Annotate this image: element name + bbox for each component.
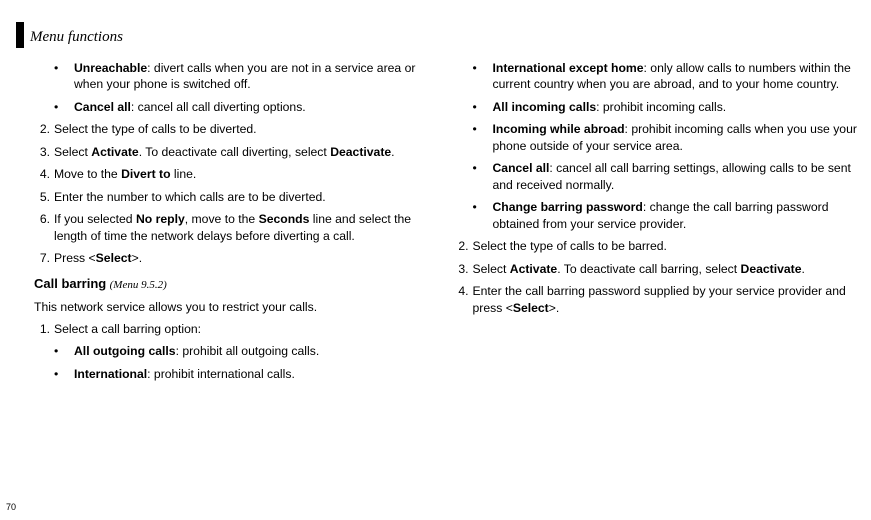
step-number: 1. <box>34 321 54 337</box>
step-item: 4.Enter the call barring password suppli… <box>453 283 862 316</box>
step-text: Select the type of calls to be barred. <box>473 238 862 254</box>
content-columns: •Unreachable: divert calls when you are … <box>0 60 871 388</box>
bullet-text: Unreachable: divert calls when you are n… <box>74 60 443 93</box>
step-text: If you selected No reply, move to the Se… <box>54 211 443 244</box>
step-number: 7. <box>34 250 54 266</box>
bullet-marker: • <box>471 121 493 154</box>
step-number: 2. <box>453 238 473 254</box>
bullet-text: All outgoing calls: prohibit all outgoin… <box>74 343 319 359</box>
step-number: 2. <box>34 121 54 137</box>
numbered-steps: 2.Select the type of calls to be barred.… <box>471 238 862 316</box>
bullet-marker: • <box>471 60 493 93</box>
bullet-item: •International except home: only allow c… <box>471 60 862 93</box>
bullet-list: •All outgoing calls: prohibit all outgoi… <box>52 343 443 382</box>
bullet-marker: • <box>471 160 493 193</box>
step-item: 2.Select the type of calls to be diverte… <box>34 121 443 137</box>
step-number: 5. <box>34 189 54 205</box>
step-text: Select Activate. To deactivate call dive… <box>54 144 443 160</box>
step-item: 2.Select the type of calls to be barred. <box>453 238 862 254</box>
step-item: 4.Move to the Divert to line. <box>34 166 443 182</box>
bullet-marker: • <box>52 366 74 382</box>
bullet-text: Cancel all: cancel all call diverting op… <box>74 99 306 115</box>
step-item: 1.Select a call barring option: <box>34 321 443 337</box>
bullet-list: •International except home: only allow c… <box>471 60 862 232</box>
bullet-text: Cancel all: cancel all call barring sett… <box>493 160 862 193</box>
header-title: Menu functions <box>30 29 123 46</box>
step-text: Select Activate. To deactivate call barr… <box>473 261 862 277</box>
step-text: Select a call barring option: <box>54 321 443 337</box>
header-accent-bar <box>16 22 24 48</box>
page-header: Menu functions <box>0 22 871 48</box>
bullet-item: •International: prohibit international c… <box>52 366 443 382</box>
step-number: 3. <box>34 144 54 160</box>
bullet-item: •All incoming calls: prohibit incoming c… <box>471 99 862 115</box>
bullet-text: Incoming while abroad: prohibit incoming… <box>493 121 862 154</box>
bullet-marker: • <box>52 343 74 359</box>
bullet-text: International: prohibit international ca… <box>74 366 295 382</box>
left-column: •Unreachable: divert calls when you are … <box>52 60 443 388</box>
step-text: Enter the call barring password supplied… <box>473 283 862 316</box>
bullet-marker: • <box>471 199 493 232</box>
bullet-marker: • <box>52 99 74 115</box>
bullet-marker: • <box>471 99 493 115</box>
page-number: 70 <box>6 502 16 512</box>
right-column: •International except home: only allow c… <box>471 60 862 388</box>
bullet-list: •Unreachable: divert calls when you are … <box>52 60 443 115</box>
step-number: 3. <box>453 261 473 277</box>
section-heading-call-barring: Call barring (Menu 9.5.2) <box>34 275 443 293</box>
bullet-text: Change barring password: change the call… <box>493 199 862 232</box>
bullet-item: •All outgoing calls: prohibit all outgoi… <box>52 343 443 359</box>
bullet-item: •Change barring password: change the cal… <box>471 199 862 232</box>
step-number: 4. <box>453 283 473 316</box>
step-number: 4. <box>34 166 54 182</box>
step-item: 5.Enter the number to which calls are to… <box>34 189 443 205</box>
bullet-item: •Cancel all: cancel all call diverting o… <box>52 99 443 115</box>
step-item: 3.Select Activate. To deactivate call ba… <box>453 261 862 277</box>
bullet-marker: • <box>52 60 74 93</box>
step-item: 3.Select Activate. To deactivate call di… <box>34 144 443 160</box>
step-text: Select the type of calls to be diverted. <box>54 121 443 137</box>
bullet-text: All incoming calls: prohibit incoming ca… <box>493 99 727 115</box>
section-menu-path: (Menu 9.5.2) <box>110 279 167 291</box>
bullet-item: •Unreachable: divert calls when you are … <box>52 60 443 93</box>
bullet-item: •Incoming while abroad: prohibit incomin… <box>471 121 862 154</box>
bullet-text: International except home: only allow ca… <box>493 60 862 93</box>
numbered-steps: 2.Select the type of calls to be diverte… <box>52 121 443 266</box>
step-text: Enter the number to which calls are to b… <box>54 189 443 205</box>
numbered-steps: 1.Select a call barring option: <box>52 321 443 337</box>
step-text: Move to the Divert to line. <box>54 166 443 182</box>
section-intro: This network service allows you to restr… <box>34 299 443 315</box>
step-number: 6. <box>34 211 54 244</box>
step-item: 6.If you selected No reply, move to the … <box>34 211 443 244</box>
step-item: 7.Press <Select>. <box>34 250 443 266</box>
bullet-item: •Cancel all: cancel all call barring set… <box>471 160 862 193</box>
step-text: Press <Select>. <box>54 250 443 266</box>
section-title: Call barring <box>34 276 106 291</box>
